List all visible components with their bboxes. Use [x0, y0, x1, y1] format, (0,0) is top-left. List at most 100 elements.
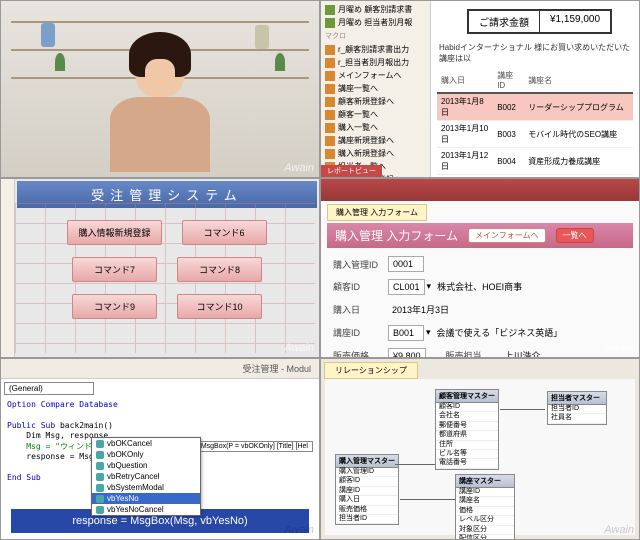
entity-box[interactable]: 講座マスター講座ID講座名価格レベル区分対象区分配信区分配信Video数	[455, 474, 515, 540]
nav-item[interactable]: 購入新規登録へ	[323, 147, 428, 160]
relationships-panel: リレーションシップ 顧客管理マスター顧客ID会社名郵便番号都道府県住所ビル名等電…	[320, 358, 640, 540]
intellisense-item[interactable]: vbOKOnly	[92, 449, 200, 460]
nav-item[interactable]: 顧客新規登録へ	[323, 95, 428, 108]
command-button[interactable]: コマンド8	[177, 257, 262, 282]
table-row[interactable]: 2013年1月10日B003モバイル時代のSEO講座	[437, 121, 633, 148]
entity-field: 配信区分	[456, 535, 514, 540]
watermark: Awain	[604, 524, 634, 536]
nav-item[interactable]: 月曜め 顧客別請求書	[323, 3, 428, 16]
const-icon	[96, 506, 104, 514]
const-icon	[96, 484, 104, 492]
macro-icon	[325, 45, 335, 55]
ruler-v	[1, 179, 15, 357]
form-header: 購入管理 入力フォーム メインフォームへ 一覧へ	[327, 223, 633, 248]
entity-field: 郵便番号	[436, 422, 498, 431]
tooltip-signature: MsgBox(P = vbOKOnly] [Title] [Hel	[196, 441, 313, 452]
macro-icon	[325, 123, 335, 133]
const-icon	[96, 451, 104, 459]
field-course-id[interactable]: B001	[388, 325, 424, 341]
intellisense-popup[interactable]: vbOKCancelvbOKOnlyvbQuestionvbRetryCance…	[91, 437, 201, 516]
field-id[interactable]: 0001	[388, 256, 424, 272]
nav-item[interactable]: r_担当者別月報出力	[323, 56, 428, 69]
report-icon	[325, 18, 335, 28]
const-icon	[96, 495, 104, 503]
btn-main-form[interactable]: メインフォームへ	[468, 228, 546, 243]
entity-field: 講座ID	[456, 488, 514, 497]
report-preview-panel: 月曜め 顧客別請求書月曜め 担当者別月報 マクロ r_顧客別請求書出力r_担当者…	[320, 0, 640, 178]
command-button[interactable]: コマンド6	[182, 220, 267, 245]
entity-field: 講座ID	[336, 487, 398, 496]
label-cust: 顧客ID	[333, 280, 388, 293]
intellisense-item[interactable]: vbRetryCancel	[92, 471, 200, 482]
entity-title: 顧客管理マスター	[436, 390, 498, 403]
command-button[interactable]: コマンド10	[177, 294, 262, 319]
intellisense-item[interactable]: vbSystemModal	[92, 482, 200, 493]
intellisense-item[interactable]: vbYesNoCancel	[92, 504, 200, 515]
form-tab[interactable]: 購入管理 入力フォーム	[327, 204, 427, 221]
col-id: 講座ID	[493, 68, 524, 93]
field-price[interactable]: ¥9,800	[388, 348, 426, 359]
entity-field: ビル名等	[436, 450, 498, 459]
report-body: ご請求金額 ¥1,159,000 Habidインターナショナル 様にお買い求めい…	[431, 1, 639, 177]
nav-item[interactable]: r_顧客別請求書出力	[323, 43, 428, 56]
entity-box[interactable]: 顧客管理マスター顧客ID会社名郵便番号都道府県住所ビル名等電話番号	[435, 389, 499, 470]
intellisense-item[interactable]: vbQuestion	[92, 460, 200, 471]
report-icon	[325, 5, 335, 15]
table-row[interactable]: 2013年1月8日B002リーダーシッププログラム	[437, 93, 633, 121]
nav-pane[interactable]: 月曜め 顧客別請求書月曜め 担当者別月報 マクロ r_顧客別請求書出力r_担当者…	[321, 1, 431, 177]
entity-field: 顧客ID	[336, 477, 398, 486]
command-button[interactable]: コマンド9	[72, 294, 157, 319]
course-name: 会議で使える「ビジネス英語」	[433, 324, 567, 341]
label-id: 購入管理ID	[333, 258, 388, 271]
status-report-view: レポートビュー	[321, 165, 382, 177]
proc-selector[interactable]: (General)	[4, 382, 94, 395]
nav-item[interactable]: メインフォームへ	[323, 69, 428, 82]
intellisense-item[interactable]: vbOKCancel	[92, 438, 200, 449]
relationship-line	[395, 464, 435, 465]
macro-icon	[325, 71, 335, 81]
field-staff: 上川浩介	[501, 347, 545, 358]
label-staff: 販売担当	[446, 349, 501, 358]
entity-field: 担当者ID	[336, 515, 398, 524]
entity-field: レベル区分	[456, 516, 514, 525]
vba-title: 受注管理 - Modul	[1, 359, 319, 379]
watermark: Awain	[284, 342, 314, 354]
entity-box[interactable]: 担当者マスター担当者ID社員名	[547, 391, 607, 425]
btn-list[interactable]: 一覧へ	[556, 228, 594, 243]
label-course: 講座ID	[333, 326, 388, 339]
const-icon	[96, 440, 104, 448]
nav-item[interactable]: 顧客一覧へ	[323, 108, 428, 121]
relationships-tab[interactable]: リレーションシップ	[324, 362, 418, 379]
nav-item[interactable]: 購入一覧へ	[323, 121, 428, 134]
col-name: 講座名	[524, 68, 633, 93]
watermark: Awain	[284, 524, 314, 536]
nav-item[interactable]: 月曜め 担当者別月報	[323, 16, 428, 29]
presenter-video-panel: Awain	[0, 0, 320, 178]
report-subtitle: Habidインターナショナル 様にお買い求めいただいた講座は以	[439, 42, 633, 64]
relationship-canvas[interactable]: 顧客管理マスター顧客ID会社名郵便番号都道府県住所ビル名等電話番号 担当者マスター…	[325, 379, 635, 535]
field-date[interactable]: 2013年1月3日	[388, 301, 453, 318]
command-button[interactable]: 購入情報新規登録	[67, 220, 161, 245]
field-cust-id[interactable]: CL001	[388, 279, 425, 295]
macro-icon	[325, 84, 335, 94]
macro-icon	[325, 58, 335, 68]
relationship-line	[500, 409, 545, 410]
command-button[interactable]: コマンド7	[72, 257, 157, 282]
intellisense-item[interactable]: vbYesNo	[92, 493, 200, 504]
entity-field: 購入管理ID	[336, 468, 398, 477]
entity-field: 都道府県	[436, 431, 498, 440]
nav-item[interactable]: 講座新規登録へ	[323, 134, 428, 147]
entity-title: 講座マスター	[456, 475, 514, 488]
entity-title: 担当者マスター	[548, 392, 606, 405]
input-form-panel: 購入管理 入力フォーム 購入管理 入力フォーム メインフォームへ 一覧へ 購入管…	[320, 178, 640, 358]
bill-total-box: ご請求金額 ¥1,159,000	[467, 9, 612, 34]
entity-box[interactable]: 購入管理マスター購入管理ID顧客ID講座ID購入日販売価格担当者ID	[335, 454, 399, 525]
cust-name: 株式会社、HOEI商事	[433, 278, 526, 295]
entity-field: 価格	[456, 507, 514, 516]
nav-item[interactable]: 講座一覧へ	[323, 82, 428, 95]
entity-field: 販売価格	[336, 506, 398, 515]
entity-field: 会社名	[436, 412, 498, 421]
watermark: Awain	[284, 162, 314, 174]
watermark: Awain	[604, 342, 634, 354]
entity-field: 購入日	[336, 496, 398, 505]
